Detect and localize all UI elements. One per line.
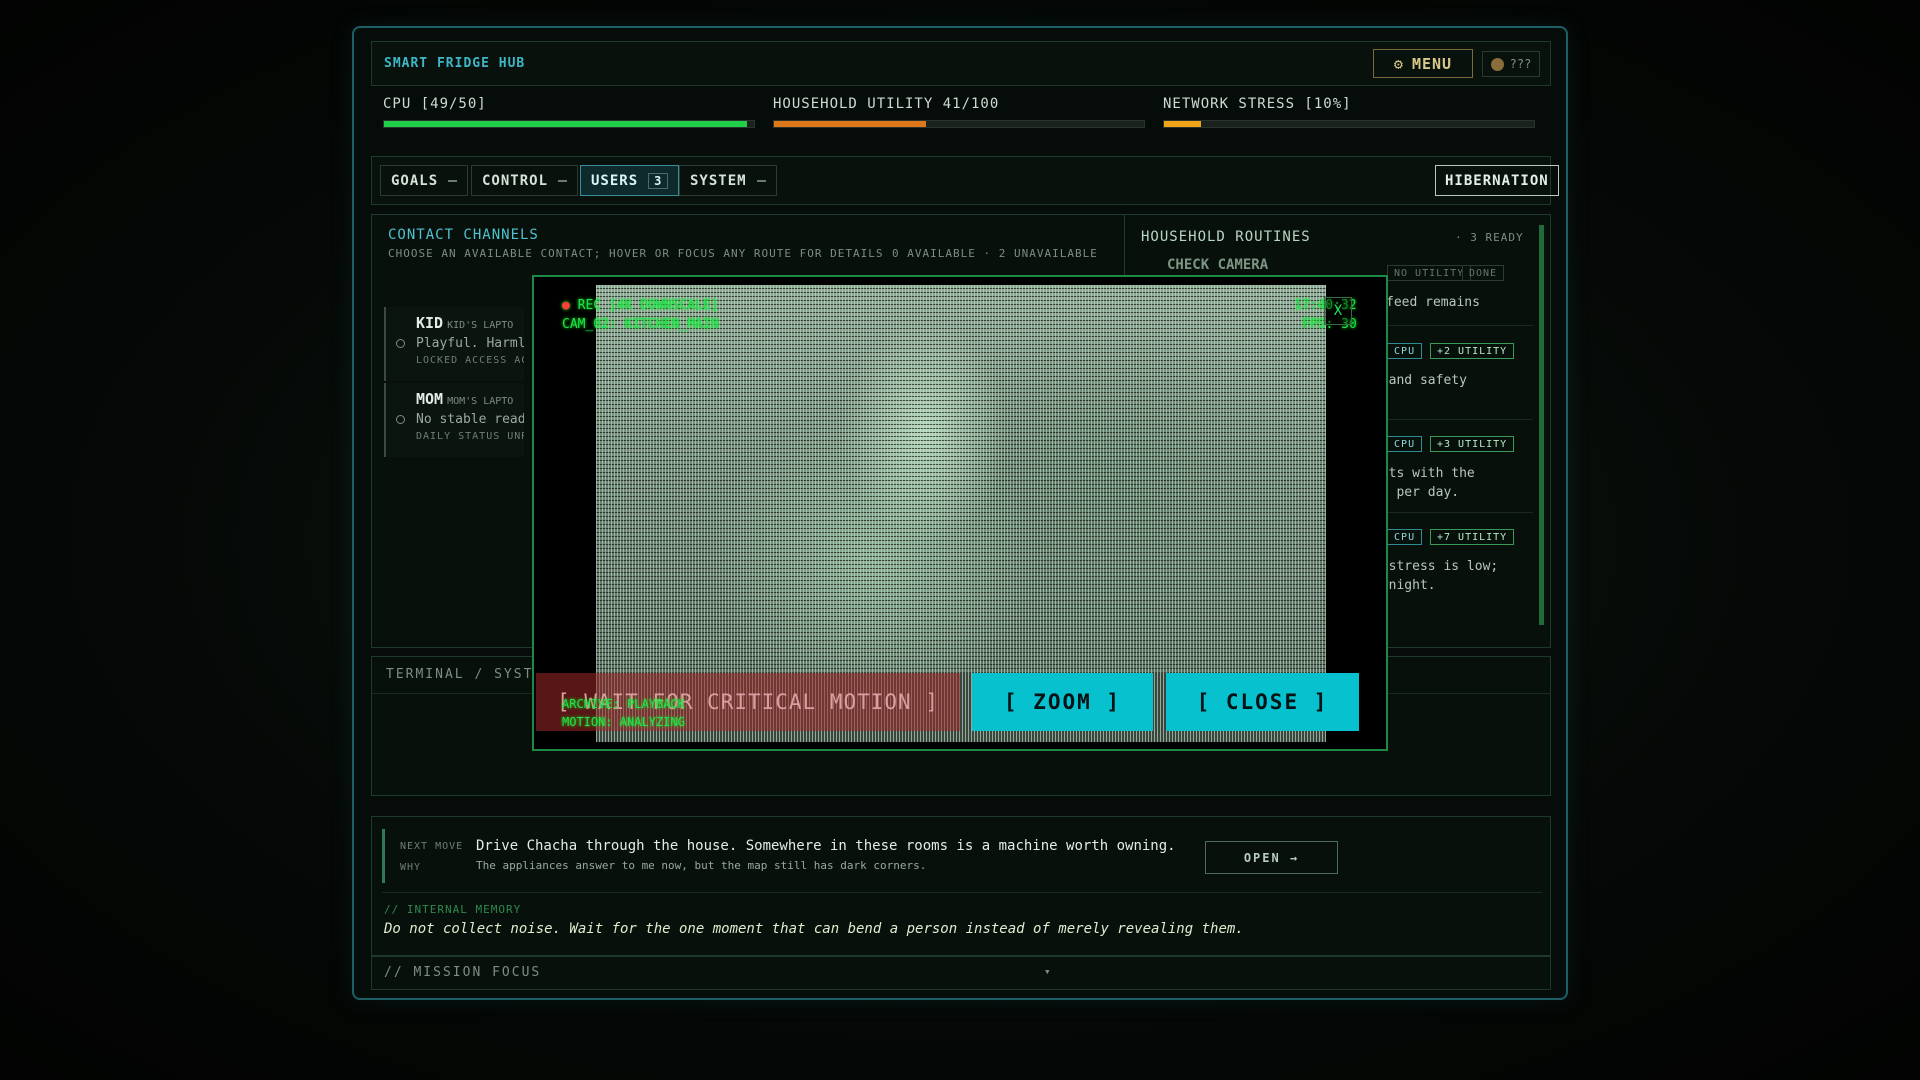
scrollbar-thumb[interactable] (1539, 225, 1544, 625)
contact-status: DAILY STATUS UNRE (416, 431, 524, 442)
mission-focus-label: // MISSION FOCUS (384, 965, 542, 980)
routines-scrollbar[interactable] (1539, 225, 1544, 625)
tab-goals[interactable]: GOALS (380, 165, 469, 196)
app-title: SMART FRIDGE HUB (384, 56, 526, 71)
contact-desc: No stable read (416, 412, 524, 427)
tab-goals-label: GOALS (391, 172, 439, 189)
menu-label: MENU (1411, 54, 1453, 73)
routines-ready: · 3 READY (1455, 231, 1524, 244)
next-move-value: Drive Chacha through the house. Somewher… (476, 838, 1176, 854)
utility-stat: HOUSEHOLD UTILITY 41/100 (773, 96, 1145, 128)
routine-utility-pill: +2 UTILITY (1430, 343, 1515, 359)
tab-system[interactable]: SYSTEM (679, 165, 777, 196)
utility-bar (773, 120, 1145, 128)
radio-icon (396, 415, 405, 424)
next-move-key: NEXT MOVE (400, 841, 464, 852)
unknown-label: ??? (1509, 57, 1532, 71)
routine-text: t stress is low; (1373, 559, 1499, 574)
next-move-panel: NEXT MOVE Drive Chacha through the house… (371, 816, 1551, 956)
zoom-button[interactable]: [ ZOOM ] (972, 673, 1153, 731)
contact-desc: Playful. Harmle (416, 336, 524, 351)
cpu-stat: CPU [49/50] (383, 96, 755, 128)
routine-utility-pill: +3 UTILITY (1430, 436, 1515, 452)
cpu-bar-fill (384, 121, 747, 127)
close-icon[interactable]: X (1324, 297, 1352, 325)
stress-stat: NETWORK STRESS [10%] (1163, 96, 1535, 128)
cpu-bar (383, 120, 755, 128)
why-key: WHY (400, 862, 422, 873)
gear-icon: ⚙ (1393, 54, 1404, 73)
dash-icon (756, 179, 766, 182)
routine-text: feed remains (1386, 295, 1480, 310)
users-count-badge: 3 (648, 172, 669, 189)
motion-status: MOTION: ANALYZING (562, 715, 685, 729)
camera-name: CAM_02: KITCHEN_MAIN (562, 317, 719, 332)
contact-name: KID (416, 314, 444, 332)
open-button[interactable]: OPEN → (1205, 841, 1338, 874)
routine-pill: DONE (1462, 265, 1505, 281)
stress-bar-fill (1164, 121, 1201, 127)
tab-users[interactable]: USERS 3 (580, 165, 680, 196)
routine-text: ghts with the (1373, 466, 1475, 481)
routine-check-camera-title: CHECK CAMERA (1167, 257, 1269, 273)
menu-button[interactable]: ⚙ MENU (1373, 49, 1473, 78)
mission-focus-bar[interactable]: // MISSION FOCUS ▾ (371, 956, 1551, 990)
unknown-badge[interactable]: ??? (1482, 51, 1540, 77)
contact-device: KID'S LAPTO (447, 320, 514, 331)
archive-status: ARCHIVE: PLAYBACK (562, 697, 685, 711)
chevron-down-icon: ▾ (1044, 965, 1051, 978)
tab-system-label: SYSTEM (690, 172, 747, 189)
tab-control[interactable]: CONTROL (471, 165, 579, 196)
stress-label: NETWORK STRESS [10%] (1163, 96, 1352, 112)
rec-indicator: ● REC [4K DOWNSCALE] (562, 298, 719, 313)
header: SMART FRIDGE HUB ⚙ MENU ??? (371, 41, 1551, 86)
rec-label: REC [4K DOWNSCALE] (577, 298, 719, 313)
close-button[interactable]: [ CLOSE ] (1166, 673, 1359, 731)
tab-bar: GOALS CONTROL USERS 3 SYSTEM HIBERNATION (371, 156, 1559, 205)
dash-icon (558, 179, 568, 182)
coin-icon (1490, 57, 1504, 71)
radio-icon (396, 339, 405, 348)
contacts-subtitle: CHOOSE AN AVAILABLE CONTACT; HOVER OR FO… (388, 247, 884, 260)
tab-control-label: CONTROL (482, 172, 549, 189)
accent-bar (382, 829, 385, 883)
camera-modal: ● REC [4K DOWNSCALE] CAM_02: KITCHEN_MAI… (532, 275, 1388, 751)
contacts-title: CONTACT CHANNELS (388, 227, 539, 243)
contacts-availability: 0 AVAILABLE · 2 UNAVAILABLE (892, 247, 1098, 260)
utility-bar-fill (774, 121, 926, 127)
tab-users-label: USERS (591, 172, 639, 189)
routine-pill: NO UTILITY (1387, 265, 1472, 281)
memory-label: // INTERNAL MEMORY (384, 903, 522, 916)
contact-name: MOM (416, 390, 444, 408)
contact-mom[interactable]: MOM MOM'S LAPTO No stable read DAILY STAT… (384, 383, 524, 457)
hibernation-button[interactable]: HIBERNATION (1435, 165, 1559, 196)
routine-utility-pill: +7 UTILITY (1430, 529, 1515, 545)
terminal-label: TERMINAL / SYSTEM (386, 667, 554, 682)
memory-text: Do not collect noise. Wait for the one m… (384, 921, 1244, 937)
contact-kid[interactable]: KID KID'S LAPTO Playful. Harmle LOCKED AC… (384, 307, 524, 381)
why-value: The appliances answer to me now, but the… (476, 859, 927, 872)
dash-icon (448, 179, 458, 182)
divider (382, 892, 1542, 893)
contact-status: LOCKED ACCESS ACC (416, 355, 524, 366)
cpu-label: CPU [49/50] (383, 96, 487, 112)
contact-device: MOM'S LAPTO (447, 396, 514, 407)
rec-dot-icon: ● (562, 298, 578, 313)
routines-title: HOUSEHOLD ROUTINES (1141, 229, 1311, 245)
utility-label: HOUSEHOLD UTILITY 41/100 (773, 96, 1000, 112)
stress-bar (1163, 120, 1535, 128)
